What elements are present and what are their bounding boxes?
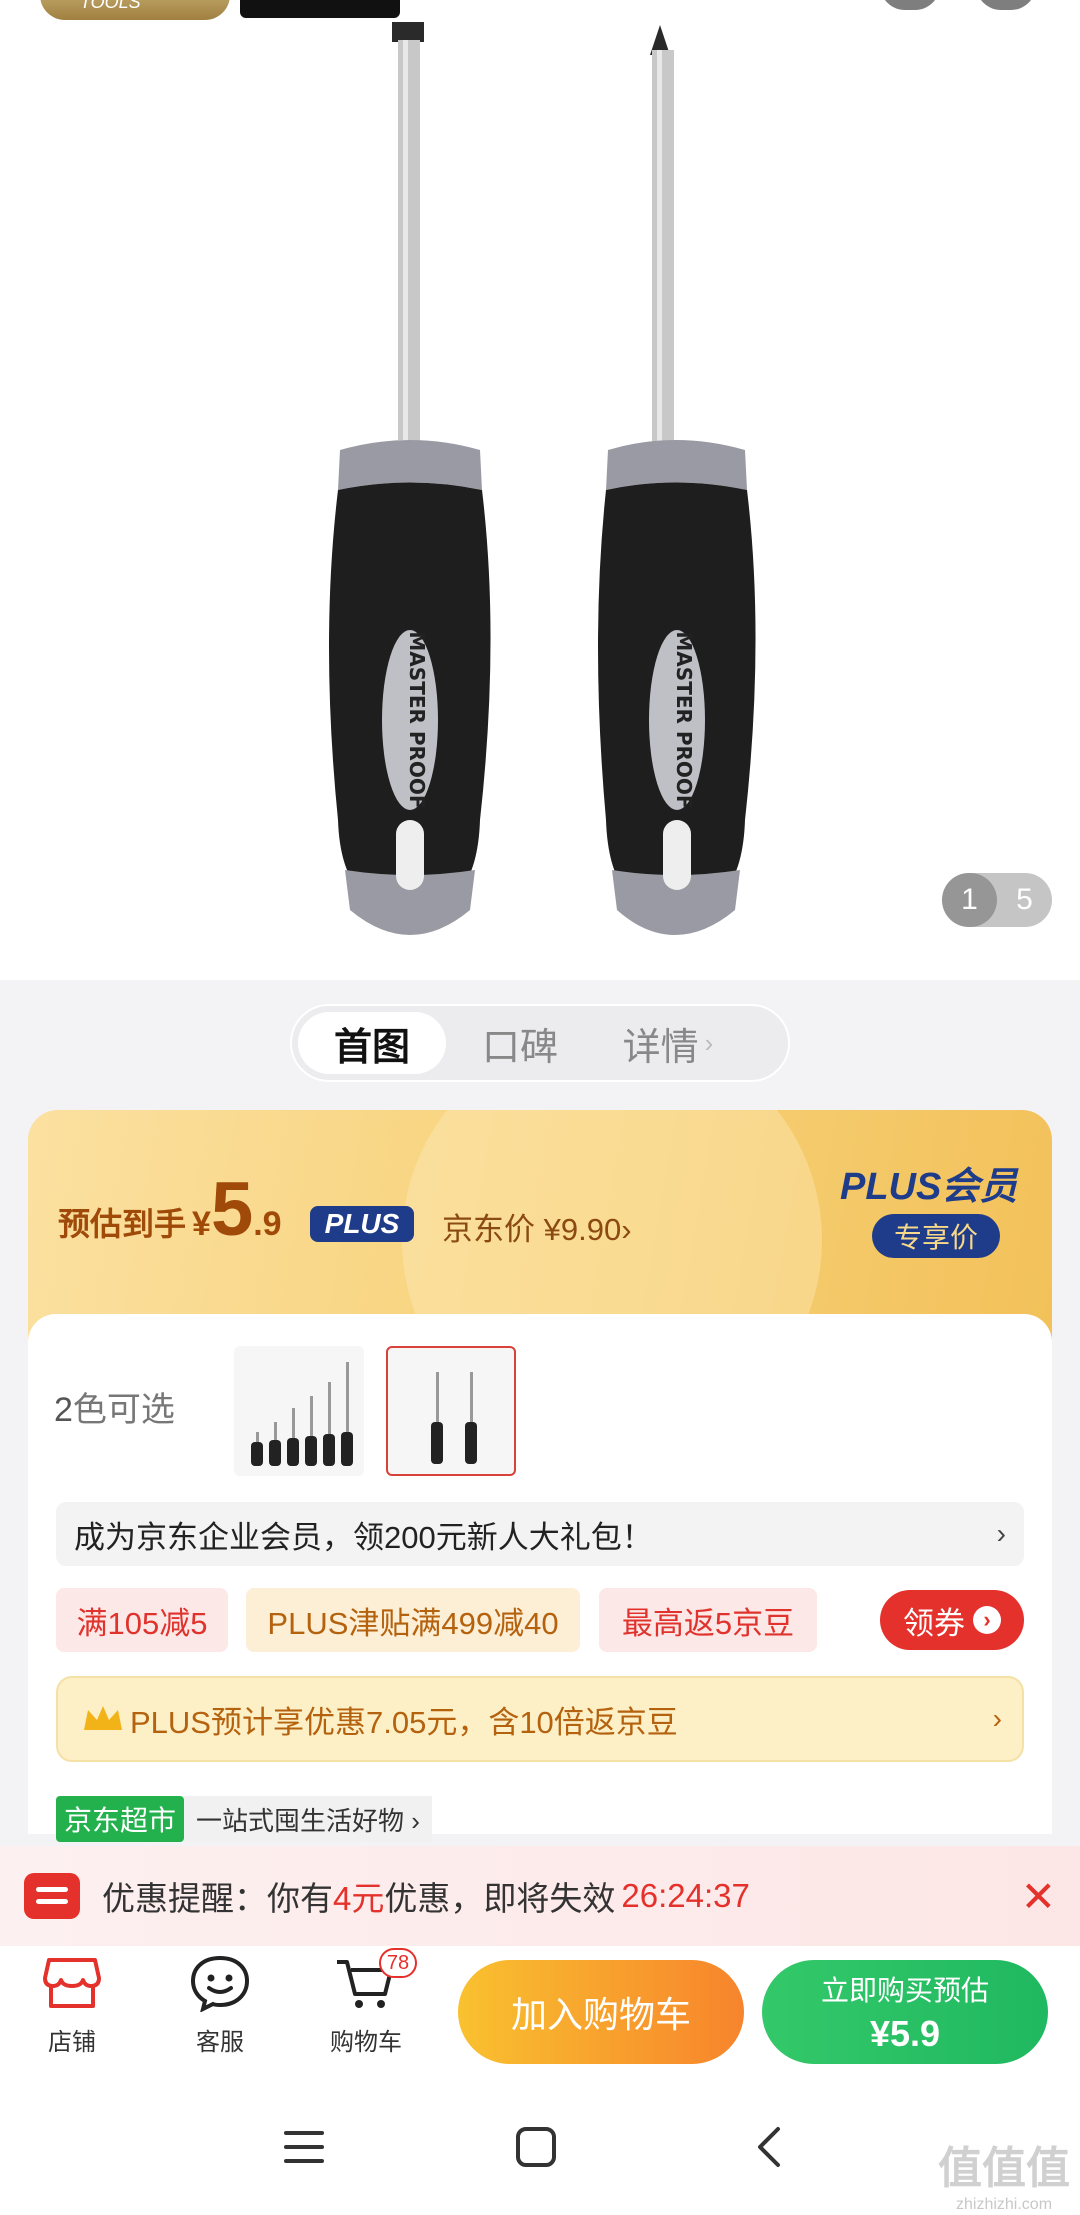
add-to-cart-button[interactable]: 加入购物车 [458, 1960, 744, 2064]
site-watermark: 值值值 zhizhizhi.com [938, 2144, 1070, 2213]
store-button[interactable]: 店铺 [12, 1952, 132, 2068]
discount-reminder-bar[interactable]: 优惠提醒：你有 4元 优惠，即将失效 26:24:37 ✕ [0, 1846, 1080, 1946]
coupon-icon [24, 1873, 80, 1919]
estimate-label: 预估到手 [58, 1206, 187, 1242]
enterprise-member-banner[interactable]: 成为京东企业会员，领200元新人大礼包！ › [56, 1502, 1024, 1566]
bottom-action-bar: 店铺 客服 78 购物车 加入购物车 立即购买预估 ¥5.9 [0, 1946, 1080, 2072]
tab-details[interactable]: 详情 › [594, 1012, 742, 1074]
chevron-right-icon: › [973, 1606, 1001, 1634]
jd-price-link[interactable]: 京东价 ¥9.90› [442, 1204, 632, 1249]
buy-now-label: 立即购买预估 [820, 1975, 989, 2006]
chevron-right-icon: › [992, 1703, 1002, 1734]
banner-text: 成为京东企业会员，领200元新人大礼包！ [74, 1519, 653, 1555]
supermarket-badge: 京东超市 [56, 1796, 185, 1842]
coupon-row: 满105减5 PLUS津贴满499减40 最高返5京豆 领券 › [56, 1588, 1024, 1652]
customer-service-button[interactable]: 客服 [160, 1952, 280, 2068]
variant-thumb-pair[interactable] [386, 1346, 516, 1476]
cart-count-badge: 78 [379, 1948, 417, 1978]
price-integer: 5 [210, 1167, 254, 1252]
menu-icon[interactable] [274, 2122, 334, 2172]
estimated-price: 预估到手 ¥ 5 .9 [58, 1172, 282, 1248]
phillips-screwdriver-image: MASTER PROOF [598, 25, 756, 935]
chevron-right-icon: › [704, 1027, 714, 1058]
tab-reviews[interactable]: 口碑 [446, 1012, 594, 1074]
pager-current: 1 [942, 873, 997, 927]
variant-thumb-set[interactable] [234, 1346, 364, 1476]
tab-label: 口碑 [481, 1026, 558, 1069]
crown-icon [84, 1706, 122, 1730]
tab-label: 首图 [333, 1026, 410, 1069]
cart-button[interactable]: 78 购物车 [306, 1948, 426, 2068]
coupon-tag[interactable]: 最高返5京豆 [599, 1588, 817, 1652]
plus-discount-text: PLUS预计享优惠7.05元，含10倍返京豆 [130, 1704, 678, 1740]
reminder-prefix: 优惠提醒：你有 [102, 1880, 333, 1917]
get-coupon-button[interactable]: 领券 › [880, 1590, 1024, 1650]
image-pager: 1 5 [942, 873, 1052, 927]
chevron-right-icon: › [996, 1518, 1006, 1549]
currency-symbol: ¥ [192, 1205, 211, 1243]
product-info-card: 2色可选 成为京东企业会员，领200元新人大礼包！ › 满105减5 PLUS津… [28, 1314, 1052, 1842]
back-icon[interactable] [740, 2122, 800, 2172]
chat-smile-icon [190, 1955, 250, 2012]
coupon-tag[interactable]: 满105减5 [56, 1588, 228, 1652]
buy-now-button[interactable]: 立即购买预估 ¥5.9 [762, 1960, 1048, 2064]
home-icon[interactable] [506, 2122, 566, 2172]
product-image-gallery[interactable]: TOOLS MASTER PROOF MASTER PROOF 1 5 [0, 0, 1080, 980]
price-decimal: .9 [253, 1205, 282, 1243]
pager-total: 5 [1016, 883, 1033, 916]
get-coupon-label: 领券 [903, 1605, 965, 1641]
service-label: 客服 [196, 2029, 244, 2056]
reminder-countdown: 26:24:37 [621, 1877, 750, 1914]
supermarket-slogan: 一站式囤生活好物 › [184, 1796, 432, 1842]
cart-label: 购物车 [330, 2029, 402, 2056]
jd-supermarket-tag[interactable]: 京东超市 一站式囤生活好物 › [56, 1796, 432, 1842]
reminder-suffix: 优惠，即将失效 [384, 1880, 616, 1917]
reminder-amount: 4元 [333, 1880, 385, 1917]
plus-badge: PLUS [310, 1206, 414, 1242]
coupon-tag[interactable]: PLUS津贴满499减40 [246, 1588, 580, 1652]
handle-label: MASTER PROOF [672, 631, 696, 808]
store-label: 店铺 [48, 2029, 96, 2056]
plus-member-title: PLUS会员 [840, 1166, 1018, 1208]
handle-label: MASTER PROOF [405, 631, 429, 808]
plus-discount-strip[interactable]: PLUS预计享优惠7.05元，含10倍返京豆 › [56, 1676, 1024, 1762]
buy-now-price: ¥5.9 [869, 2013, 941, 2054]
tab-label: 详情 [622, 1026, 699, 1069]
exclusive-price-badge: 专享价 [872, 1214, 1000, 1258]
content-tabs: 首图 口碑 详情 › [290, 1004, 790, 1082]
flat-screwdriver-image: MASTER PROOF [329, 22, 491, 935]
system-navigation-bar: 值值值 zhizhizhi.com [0, 2072, 1080, 2215]
store-icon [43, 1958, 101, 2008]
product-image: MASTER PROOF MASTER PROOF [329, 22, 756, 935]
variant-label: 2色可选 [54, 1391, 175, 1429]
tab-main-image[interactable]: 首图 [298, 1012, 446, 1074]
close-icon[interactable]: ✕ [1021, 1872, 1056, 1921]
